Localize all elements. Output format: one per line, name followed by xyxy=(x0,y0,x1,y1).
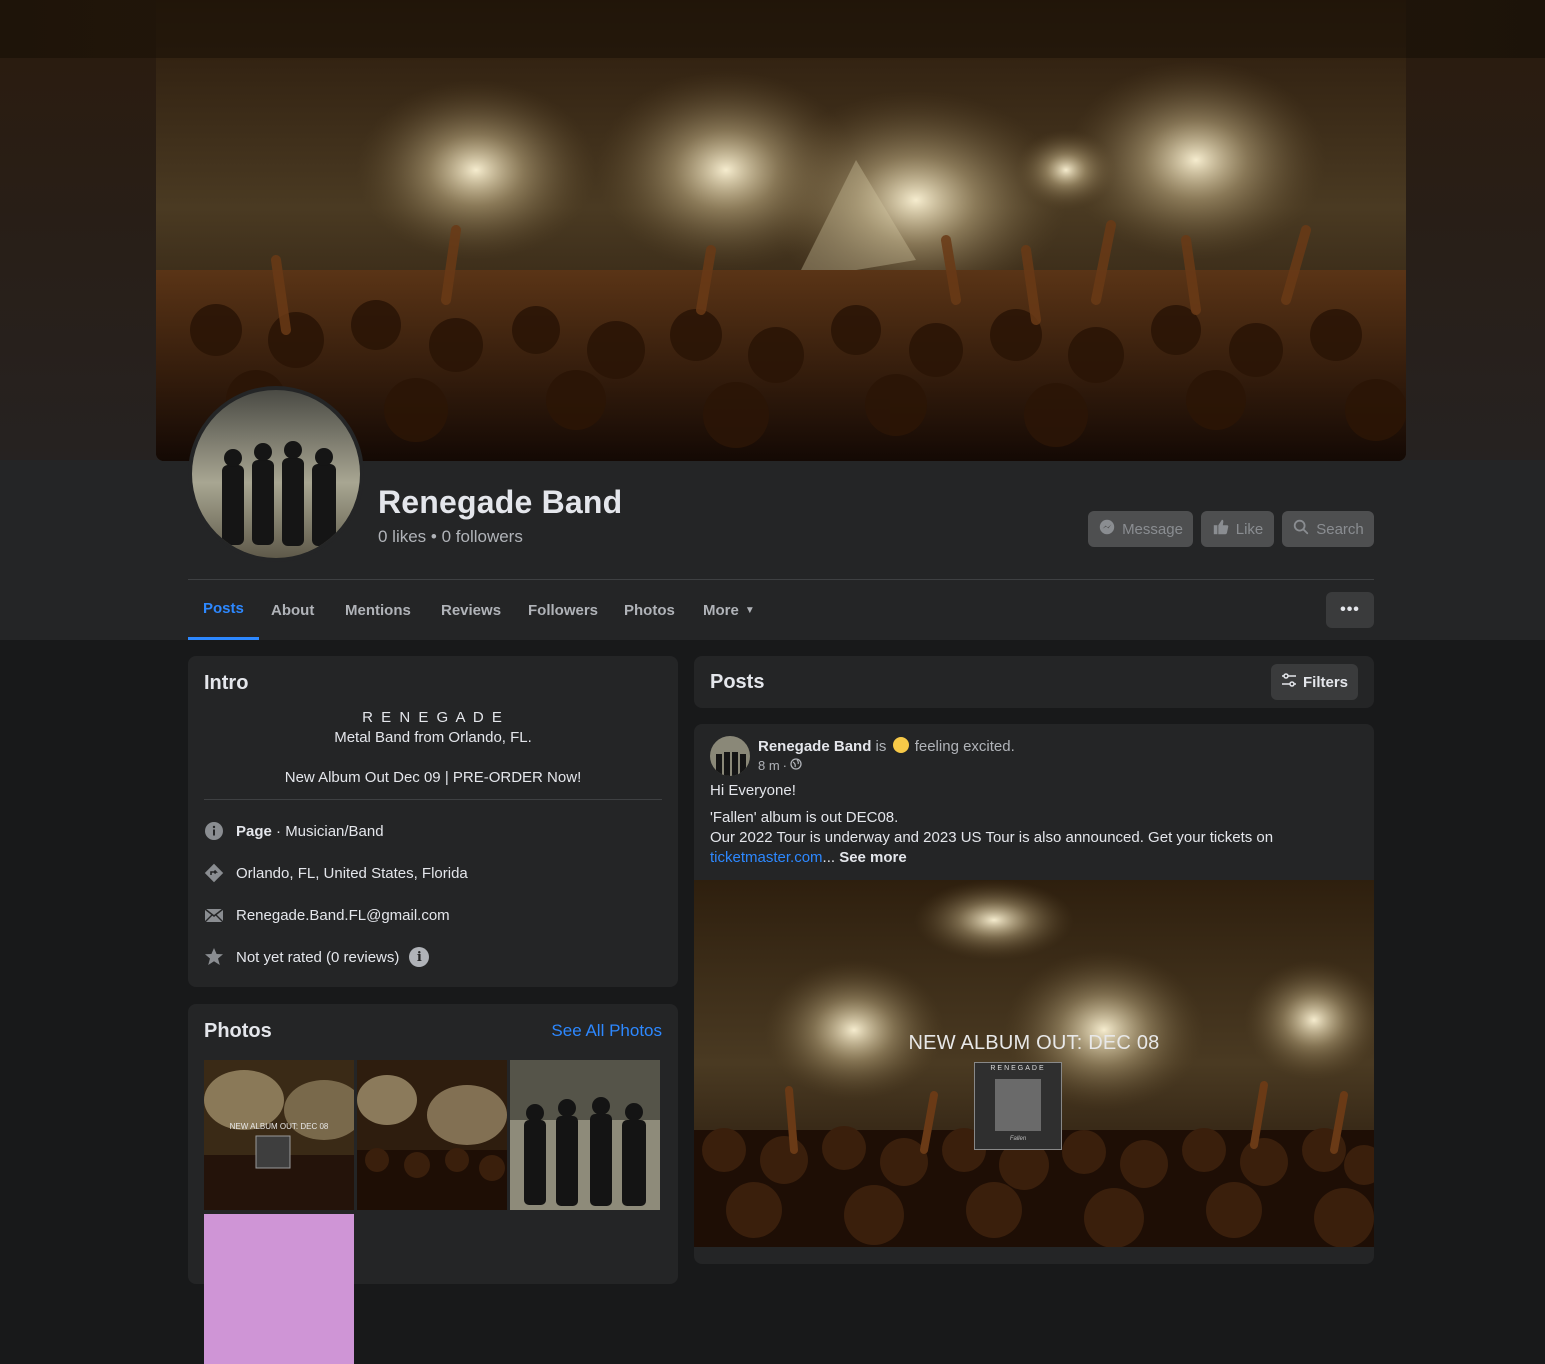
more-options-button[interactable]: ••• xyxy=(1326,592,1374,628)
image-caption: NEW ALBUM OUT: DEC 08 xyxy=(908,1032,1160,1054)
album-title: RENEGADE xyxy=(990,1065,1046,1072)
tab-followers[interactable]: Followers xyxy=(513,580,613,640)
message-button[interactable]: Message xyxy=(1088,511,1193,547)
ellipsis: ... xyxy=(822,849,840,866)
avatar[interactable] xyxy=(710,736,750,776)
globe-icon xyxy=(790,758,802,773)
filters-icon xyxy=(1281,672,1297,692)
location-icon xyxy=(204,863,224,883)
post-author-line: Renegade Band is feeling excited. xyxy=(758,737,1015,755)
search-icon xyxy=(1292,518,1310,540)
thumb-caption: NEW ALBUM OUT: DEC 08 xyxy=(229,1122,329,1131)
separator: · xyxy=(782,758,788,773)
thumbs-up-icon xyxy=(1212,518,1230,540)
info-email: Renegade.Band.FL@gmail.com xyxy=(204,903,450,927)
bio-line: R E N E G A D E xyxy=(362,709,504,726)
page-label: Page xyxy=(236,822,272,840)
category-label: · Musician/Band xyxy=(271,822,384,840)
tab-photos[interactable]: Photos xyxy=(609,580,690,640)
photos-title: Photos xyxy=(204,1020,272,1042)
excited-emoji-icon xyxy=(892,737,909,753)
post-line: ticketmaster.com... See more xyxy=(710,849,907,866)
feeling-text: feeling excited. xyxy=(914,738,1015,755)
post-image[interactable]: NEW ALBUM OUT: DEC 08 RENEGADE Fallen xyxy=(694,880,1374,1247)
star-icon xyxy=(204,947,224,967)
tab-reviews[interactable]: Reviews xyxy=(426,580,516,640)
album-cover: RENEGADE Fallen xyxy=(974,1062,1062,1150)
album-art xyxy=(995,1079,1041,1131)
info-icon xyxy=(204,821,224,841)
photos-card: Photos See All Photos NEW ALBUM OUT: DEC… xyxy=(188,1004,678,1364)
info-category: Page · Musician/Band xyxy=(204,819,384,843)
posts-title: Posts xyxy=(710,671,765,693)
post-author[interactable]: Renegade Band xyxy=(758,738,871,755)
messenger-icon xyxy=(1098,518,1116,540)
search-button[interactable]: Search xyxy=(1282,511,1374,547)
photo-thumbnail[interactable] xyxy=(357,1060,507,1210)
bio-line: Metal Band from Orlando, FL. xyxy=(334,729,532,746)
post-card: Renegade Band is feeling excited. 8 m · … xyxy=(694,724,1374,1264)
mail-icon xyxy=(204,905,224,925)
info-location: Orlando, FL, United States, Florida xyxy=(204,861,468,885)
album-subtitle: Fallen xyxy=(1009,1136,1027,1142)
avatar xyxy=(192,390,360,558)
see-all-photos-link[interactable]: See All Photos xyxy=(551,1021,662,1041)
like-button[interactable]: Like xyxy=(1201,511,1274,547)
profile-header: Renegade Band 0 likes • 0 followers Mess… xyxy=(0,0,1545,640)
intro-card: Intro R E N E G A D E Metal Band from Or… xyxy=(188,656,678,987)
post-meta: 8 m · xyxy=(758,758,802,773)
page-title: Renegade Band xyxy=(378,484,623,520)
cover-photo[interactable] xyxy=(156,0,1406,461)
email-link[interactable]: Renegade.Band.FL@gmail.com xyxy=(236,907,450,924)
ticketmaster-link[interactable]: ticketmaster.com xyxy=(710,849,823,866)
caret-down-icon: ▼ xyxy=(744,604,755,616)
rating-text: Not yet rated (0 reviews) xyxy=(236,948,400,966)
tab-about[interactable]: About xyxy=(256,580,329,640)
see-more-link[interactable]: See more xyxy=(839,849,907,866)
intro-title: Intro xyxy=(204,672,249,694)
tab-posts[interactable]: Posts xyxy=(188,580,259,640)
info-icon[interactable]: i xyxy=(409,947,430,967)
profile-picture[interactable] xyxy=(188,386,364,562)
post-line: 'Fallen' album is out DEC08. xyxy=(710,809,899,826)
search-label: Search xyxy=(1316,520,1364,538)
photo-thumbnail[interactable] xyxy=(510,1060,660,1210)
message-label: Message xyxy=(1122,520,1183,538)
info-rating: Not yet rated (0 reviews) i xyxy=(204,945,430,969)
posts-header-card: Posts Filters xyxy=(694,656,1374,708)
filters-label: Filters xyxy=(1302,673,1348,691)
bio-line: New Album Out Dec 09 | PRE-ORDER Now! xyxy=(284,769,582,786)
is-text: is xyxy=(871,738,891,755)
tab-mentions[interactable]: Mentions xyxy=(330,580,426,640)
post-line: Our 2022 Tour is underway and 2023 US To… xyxy=(710,829,1274,846)
photo-thumbnail[interactable] xyxy=(204,1214,354,1364)
location-text: Orlando, FL, United States, Florida xyxy=(236,864,468,882)
photo-thumbnail[interactable]: NEW ALBUM OUT: DEC 08 xyxy=(204,1060,354,1210)
tab-more[interactable]: More ▼ xyxy=(688,580,770,640)
post-greeting: Hi Everyone! xyxy=(710,782,796,799)
like-label: Like xyxy=(1235,520,1264,538)
divider xyxy=(204,799,662,800)
post-time[interactable]: 8 m xyxy=(758,758,780,773)
page-stats[interactable]: 0 likes • 0 followers xyxy=(378,527,523,547)
filters-button[interactable]: Filters xyxy=(1271,664,1358,700)
